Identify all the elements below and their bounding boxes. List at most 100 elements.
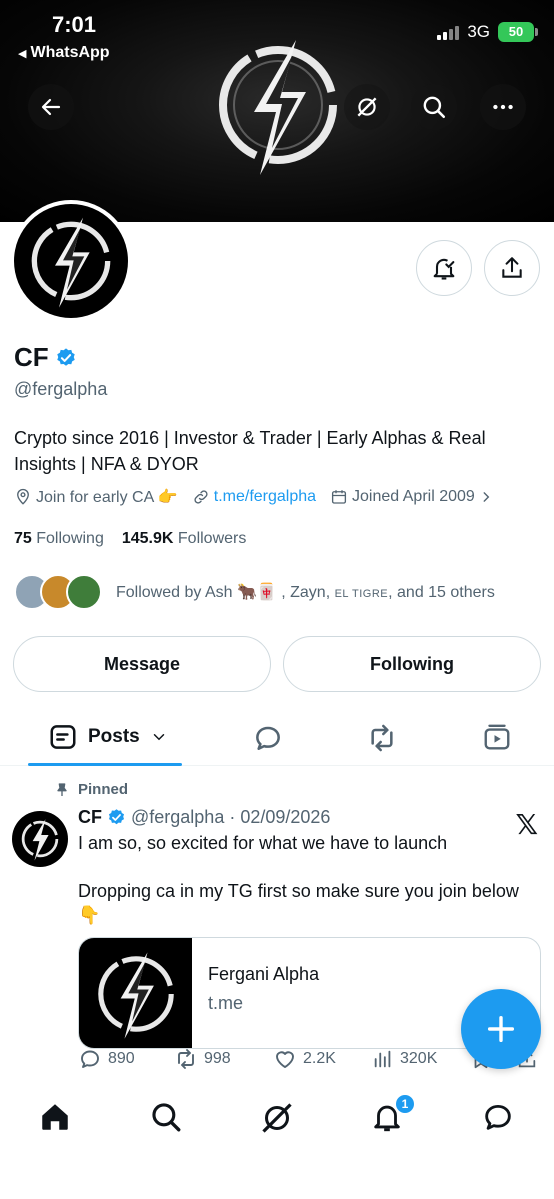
status-right: 3G 50 [437,22,538,42]
status-bar: 7:01 ◀ WhatsApp 3G 50 [0,0,554,70]
compose-button[interactable] [461,989,541,1069]
location-text: Join for early CA 👉 [36,489,178,506]
profile-name: CF [14,342,49,372]
back-to-app[interactable]: ◀ WhatsApp [18,44,110,62]
battery-level: 50 [508,24,524,39]
reply-icon [81,1050,99,1068]
location-pin-icon [17,488,29,505]
calendar-icon [331,490,347,504]
link-icon [194,490,208,504]
post-author-avatar[interactable] [12,811,68,867]
nav-search[interactable] [149,1100,183,1139]
network-type: 3G [467,22,490,41]
profile-banner[interactable]: 7:01 ◀ WhatsApp 3G 50 [0,0,554,222]
following-label: Following [36,530,104,547]
repost-icon [178,1049,194,1069]
link-card-title: Fergani Alpha [208,964,320,984]
grok-icon [357,97,377,117]
pinned-indicator: Pinned [54,781,128,798]
heart-icon [276,1051,294,1068]
chevron-right-icon [483,492,490,502]
back-app-label: WhatsApp [30,44,110,61]
more-button[interactable] [480,84,526,130]
following-count: 75 [14,530,32,547]
reply-action[interactable]: 890 [78,1047,135,1071]
status-time: 7:01 [52,12,97,37]
back-button[interactable] [28,84,74,130]
lightning-logo-icon [31,217,111,308]
followers-count: 145.9K [121,530,174,547]
nav-grok[interactable] [259,1100,295,1141]
link-card-text: Fergani Alpha t.me [192,938,319,1048]
followed-by[interactable]: Followed by Ash 🐂🀄 , Zayn, EL TIGRE, and… [14,574,495,610]
grok-icon [262,1103,292,1133]
followers-label: Followers [177,530,247,547]
joined-text: Joined April 2009 [352,488,475,505]
tab-posts-label: Posts [88,726,140,747]
plus-icon [487,1015,515,1043]
notifications-bell-button[interactable] [416,240,472,296]
profile-handle: @fergalpha [14,379,108,399]
pinned-label: Pinned [78,781,129,798]
post-author-name[interactable]: CF [78,807,102,828]
like-count: 2.2K [303,1050,336,1067]
repost-icon [371,724,393,752]
share-upload-icon [502,257,522,278]
battery-icon: 50 [498,22,538,42]
profile-name-row: CF [14,342,77,373]
message-button[interactable]: Message [13,636,271,692]
profile-meta: Join for early CA 👉 t.me/fergalpha Joine… [14,487,507,507]
pin-icon [57,782,67,796]
signal-icon [437,24,460,40]
followed-by-text: Followed by Ash 🐂🀄 , Zayn, EL TIGRE, and… [116,582,495,602]
tab-replies[interactable] [252,722,284,759]
arrow-left-icon [41,98,61,116]
repost-action[interactable]: 998 [174,1047,231,1071]
search-button[interactable] [411,84,457,130]
bell-check-icon [433,258,455,280]
following-button[interactable]: Following [283,636,541,692]
tab-posts[interactable]: Posts [48,722,168,752]
like-action[interactable]: 2.2K [273,1047,336,1071]
profile-tabs: Posts [0,708,554,766]
post-author-handle[interactable]: @fergalpha [131,807,224,828]
bottom-nav [0,1090,554,1199]
lightning-logo-icon [97,952,174,1039]
posts-icon [50,725,76,749]
follow-counts: 75 Following 145.9K Followers [14,530,246,548]
followed-by-tigre: EL TIGRE [334,588,389,600]
lightning-logo-icon [21,819,59,861]
profile-link-text[interactable]: t.me/fergalpha [214,488,316,506]
tab-media[interactable] [482,722,512,757]
views-chart-icon [374,1050,391,1068]
post-header: CF @fergalpha · 02/09/2026 [78,807,330,828]
following-count-link[interactable]: 75 Following [14,530,104,548]
profile-link[interactable]: t.me/fergalpha [192,488,316,506]
tab-reposts[interactable] [366,722,398,759]
search-icon [423,96,446,119]
search-icon [152,1103,181,1132]
share-button[interactable] [484,240,540,296]
nav-messages[interactable] [481,1100,515,1139]
verified-badge-icon [108,809,125,825]
followed-by-suffix: , and 15 others [388,584,495,601]
post-dot-separator: · [229,807,236,827]
joined-item[interactable]: Joined April 2009 [330,488,493,506]
messages-icon [485,1104,511,1130]
post-text: I am so, so excited for what we have to … [78,833,519,925]
more-dots-icon [493,104,513,110]
link-card-image [79,938,192,1048]
post-date[interactable]: 02/09/2026 [240,807,330,828]
location-item: Join for early CA 👉 [14,487,178,507]
reply-count: 890 [108,1050,135,1067]
nav-home[interactable] [38,1100,72,1139]
grok-button[interactable] [344,84,390,130]
notifications-badge: 1 [394,1093,416,1115]
views-action[interactable]: 320K [372,1048,437,1070]
followers-count-link[interactable]: 145.9K Followers [122,530,247,548]
profile-avatar[interactable] [10,200,132,322]
verified-badge-icon[interactable] [55,347,77,369]
views-count: 320K [400,1050,438,1067]
followed-by-prefix: Followed by Ash 🐂🀄 , Zayn, [116,584,335,601]
follower-avatar [66,574,102,610]
